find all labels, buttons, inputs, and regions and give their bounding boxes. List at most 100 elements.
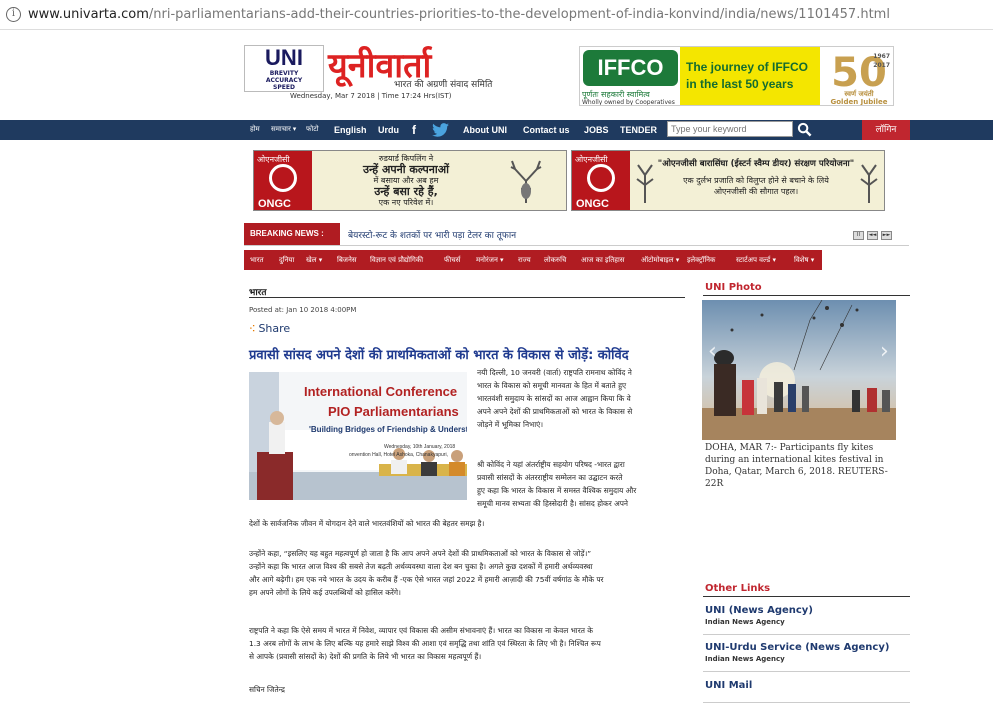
- article-line: नयी दिल्ली, 10 जनवरी (वार्ता) राष्ट्रपति…: [477, 368, 632, 377]
- article-line: देशों के सार्वजनिक जीवन में योगदान देने …: [249, 519, 485, 528]
- category-item[interactable]: लोकरुचि: [544, 250, 566, 270]
- article-line: हुए कहा कि भारत के विकास में समस्त वैश्व…: [477, 486, 637, 495]
- category-item[interactable]: विज्ञान एवं प्रौद्योगिकी: [370, 250, 423, 270]
- breaking-news-ticker[interactable]: बेयरस्टो-रूट के शतकों पर भारी पड़ा टेलर …: [348, 228, 516, 241]
- login-button[interactable]: लॉगिन: [862, 120, 910, 140]
- link-subtitle: Indian News Agency: [705, 618, 785, 626]
- ticker-prev-button[interactable]: ◄◄: [867, 231, 878, 240]
- uni-logo-text: UNI: [265, 45, 303, 70]
- nav-home[interactable]: होम: [250, 120, 260, 140]
- article-line: उन्होंने कहा, “इसलिए यह बहुत महत्वपूर्ण …: [249, 549, 592, 558]
- divider: [703, 702, 910, 703]
- category-item[interactable]: राज्य: [518, 250, 531, 270]
- ticker-pause-button[interactable]: II: [853, 231, 864, 240]
- article-line: भारतवंशी समुदाय के सांसदों का आज आह्वान …: [477, 394, 631, 403]
- link-title[interactable]: UNI Mail: [705, 680, 752, 691]
- article-line: से आपके (प्रवासी सांसदों के) देशों की प्…: [249, 652, 482, 661]
- article-photo[interactable]: International Conference PIO Parliamenta…: [249, 372, 467, 500]
- category-item[interactable]: मनोरंजन ▾: [476, 250, 504, 270]
- category-item[interactable]: आज का इतिहास: [581, 250, 625, 270]
- divider: [703, 671, 910, 672]
- search-input[interactable]: [667, 121, 793, 137]
- category-item[interactable]: स्टार्टअप वर्ल्ड ▾: [736, 250, 776, 270]
- ongc1-line: उन्हें अपनी कल्पनाओं: [362, 163, 450, 176]
- ongc1-text: रुडयार्ड किपलिंग ने उन्हें अपनी कल्पनाओं…: [316, 153, 496, 208]
- photo-banner-line3: 'Building Bridges of Friendship & Unders…: [309, 425, 467, 434]
- article-line: राष्ट्रपति ने कहा कि ऐसे समय में भारत मे…: [249, 626, 593, 635]
- article-title: प्रवासी सांसद अपने देशों की प्राथमिकताओं…: [249, 348, 629, 363]
- nav-about[interactable]: About UNI: [463, 120, 507, 140]
- photo-caption: DOHA, MAR 7:- Participants fly kites dur…: [705, 443, 888, 489]
- article-paragraph-4: राष्ट्रपति ने कहा कि ऐसे समय में भारत मे…: [249, 624, 689, 663]
- iffco-headline-1: The journey of IFFCO: [686, 60, 808, 74]
- photo-banner-line4: Wednesday, 10th January, 2018: [384, 444, 455, 450]
- category-item[interactable]: ऑटोमोबाइल ▾: [641, 250, 679, 270]
- category-item[interactable]: इलेक्ट्रॉनिक: [687, 250, 715, 270]
- ongc-ad-1[interactable]: ओएनजीसी ONGC रुडयार्ड किपलिंग ने उन्हें …: [253, 150, 567, 211]
- article-byline: सचिन जितेन्द्र: [249, 685, 285, 694]
- ongc2-line: ओएनजीसी की सौगात पहल।: [713, 187, 799, 196]
- ongc2-line: एक दुर्लभ प्रजाति को विलुप्त होने से बचा…: [683, 176, 829, 185]
- facebook-icon[interactable]: f: [412, 120, 416, 140]
- uni-photo-slideshow[interactable]: ‹ ›: [702, 300, 896, 440]
- article-line: समूची मानव सभ्यता की हिस्सेदारी है। सांस…: [477, 499, 629, 508]
- ongc-brand: ONGC: [258, 198, 291, 210]
- iffco-50-logo: 50 1967 2017 स्वर्ण जयंती Golden Jubilee: [824, 47, 893, 105]
- ongc-logo: ओएनजीसी ONGC: [572, 151, 630, 210]
- ticker-next-button[interactable]: ►►: [881, 231, 892, 240]
- divider: [703, 295, 910, 296]
- link-title[interactable]: UNI (News Agency): [705, 605, 813, 616]
- category-item[interactable]: दुनिया: [279, 250, 294, 270]
- other-link-2[interactable]: UNI-Urdu Service (News Agency) Indian Ne…: [705, 642, 889, 663]
- divider: [703, 596, 910, 597]
- category-item[interactable]: खेल ▾: [306, 250, 322, 270]
- ongc1-line: उन्हें बसा रहे हैं,: [374, 185, 438, 198]
- url-host: www.univarta.com: [28, 7, 149, 22]
- ongc-ad-2[interactable]: ओएनजीसी ONGC "ओएनजीसी बारासिंघा (ईस्टर्न…: [571, 150, 885, 211]
- article-line: भारत के विकास को समूची मानवता के हित में…: [477, 381, 627, 390]
- site-logo[interactable]: UNI BREVITY ACCURACY SPEED यूनीवार्ता भा…: [244, 45, 556, 105]
- ongc2-line: "ओएनजीसी बारासिंघा (ईस्टर्न स्वैम्प डीयर…: [657, 159, 855, 169]
- nav-samachar[interactable]: समाचार ▾: [271, 120, 296, 140]
- nav-photo[interactable]: फोटो: [306, 120, 319, 140]
- uni-logo-box: UNI BREVITY ACCURACY SPEED: [244, 45, 324, 92]
- nav-jobs[interactable]: JOBS: [584, 120, 609, 140]
- slide-prev-icon: ‹: [708, 339, 717, 364]
- uni-photo-heading: UNI Photo: [705, 282, 762, 293]
- nav-contact[interactable]: Contact us: [523, 120, 570, 140]
- nav-english[interactable]: English: [334, 120, 367, 140]
- iffco-ad-banner[interactable]: IFFCO पूर्णतः सहकारी स्वामित्व Wholly ow…: [579, 46, 894, 106]
- iffco-golden-hindi: स्वर्ण जयंती: [844, 90, 874, 98]
- category-item[interactable]: बिजनेस: [337, 250, 357, 270]
- divider: [244, 245, 909, 246]
- photo-banner-line1: International Conference: [304, 384, 457, 399]
- search-icon[interactable]: [797, 122, 813, 138]
- uni-slogan-3: SPEED: [273, 84, 295, 91]
- antler-icon: [636, 164, 654, 203]
- uni-slogan-1: BREVITY: [269, 70, 299, 77]
- category-item[interactable]: भारत: [250, 250, 264, 270]
- nav-urdu[interactable]: Urdu: [378, 120, 399, 140]
- info-icon[interactable]: i: [6, 7, 21, 22]
- ongc2-text: "ओएनजीसी बारासिंघा (ईस्टर्न स्वैम्प डीयर…: [656, 159, 856, 197]
- category-nav: भारत दुनिया खेल ▾ बिजनेस विज्ञान एवं प्र…: [244, 250, 822, 270]
- ongc-logo: ओएनजीसी ONGC: [254, 151, 312, 210]
- other-link-3[interactable]: UNI Mail: [705, 680, 752, 691]
- article-paragraph-2: श्री कोविंद ने यहां अंतर्राष्ट्रीय सहयोग…: [477, 458, 687, 510]
- category-item[interactable]: फीचर्स: [444, 250, 460, 270]
- link-title[interactable]: UNI-Urdu Service (News Agency): [705, 642, 889, 653]
- address-bar[interactable]: i www.univarta.com/nri-parliamentarians-…: [0, 0, 993, 30]
- category-item[interactable]: विशेष ▾: [794, 250, 814, 270]
- conference-photo-image: International Conference PIO Parliamenta…: [249, 372, 467, 500]
- other-link-1[interactable]: UNI (News Agency) Indian News Agency: [705, 605, 813, 626]
- nav-tender[interactable]: TENDER: [620, 120, 657, 140]
- photo-banner-line5: onvention Hall, Hotel Ashoka, Chanakyapu…: [349, 452, 448, 458]
- main-nav: होम समाचार ▾ फोटो English Urdu f About U…: [0, 120, 993, 140]
- article-line: उन्होंने कहा कि भारत आज विश्व की सबसे ते…: [249, 562, 593, 571]
- share-button[interactable]: ⠪ Share: [249, 322, 290, 335]
- article-line: हम अपने लोगों के लिये कई उपलब्धियों को ह…: [249, 588, 401, 597]
- uni-slogan-2: ACCURACY: [265, 77, 303, 84]
- twitter-icon[interactable]: [432, 120, 450, 140]
- date-line: Wednesday, Mar 7 2018 | Time 17:24 Hrs(I…: [290, 92, 452, 100]
- iffco-headline: The journey of IFFCO in the last 50 year…: [680, 47, 820, 105]
